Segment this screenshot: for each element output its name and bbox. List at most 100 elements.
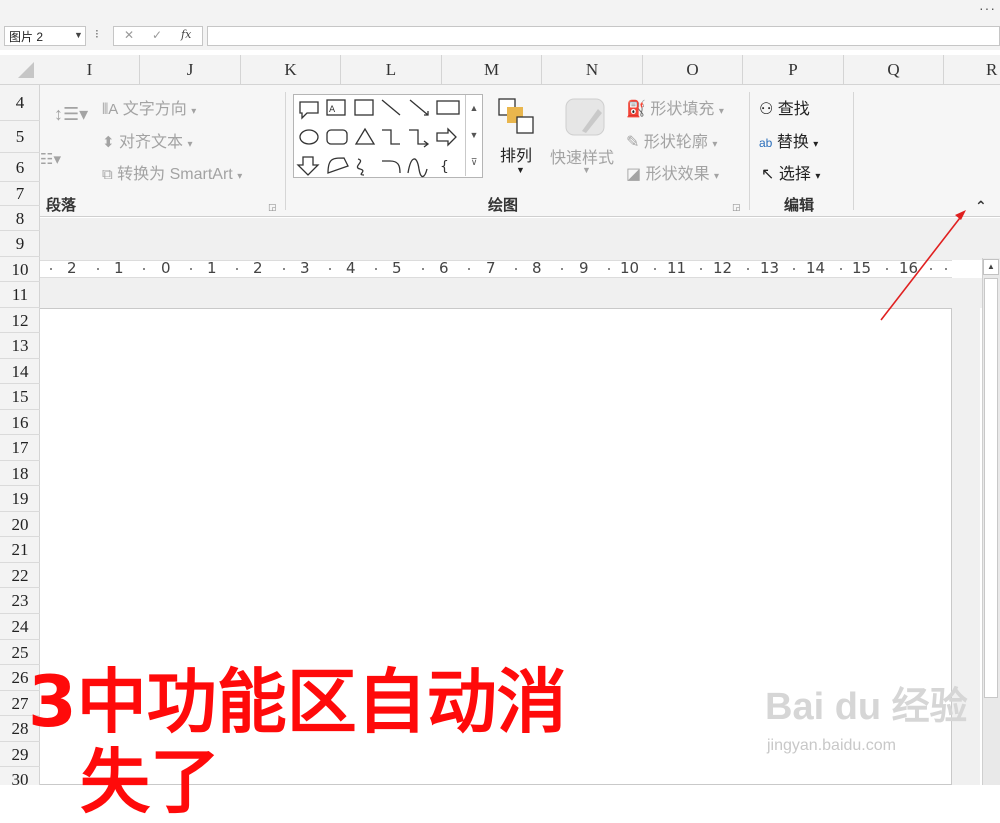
find-label: 查找 (777, 101, 810, 118)
align-text-icon: ⬍ (102, 134, 115, 151)
ruler-tick (143, 268, 145, 270)
ruler-number: 13 (760, 259, 780, 277)
ruler-tick (283, 268, 285, 270)
formula-buttons: ✕ ✓ fx (113, 26, 203, 46)
row-header[interactable]: 7 (0, 182, 40, 206)
drawing-group-label: 绘图 (488, 197, 519, 214)
shapes-gallery-icons[interactable]: A { (294, 95, 466, 179)
enter-icon[interactable]: ✓ (152, 28, 162, 42)
chevron-down-icon: ▾ (712, 139, 718, 150)
ruler-number: 2 (67, 259, 77, 277)
column-header-i[interactable]: I (40, 55, 140, 85)
ruler-tick (190, 268, 192, 270)
row-header[interactable]: 11 (0, 282, 40, 308)
shape-outline-button[interactable]: ✎ 形状轮廓 ▾ (626, 128, 717, 152)
ruler-tick (422, 268, 424, 270)
ruler-number: 4 (346, 259, 356, 277)
ruler-tick (608, 268, 610, 270)
annotation-arrow (880, 210, 966, 321)
text-direction-label: 文字方向 (122, 101, 187, 118)
dialog-launcher-icon[interactable]: ◲ (732, 202, 741, 213)
column-header-p[interactable]: P (743, 55, 844, 85)
column-header-n[interactable]: N (542, 55, 643, 85)
ruler-number: 12 (713, 259, 733, 277)
name-box-dropdown-icon[interactable]: ▼ (74, 30, 83, 40)
column-header-q[interactable]: Q (844, 55, 944, 85)
column-header-m[interactable]: M (442, 55, 542, 85)
gallery-more-button[interactable]: ⊽ (465, 149, 482, 176)
row-header[interactable]: 4 (0, 85, 40, 121)
convert-smartart-button[interactable]: ⧉ 转换为 SmartArt ▾ (102, 160, 282, 184)
ruler-number: 11 (667, 259, 687, 277)
ruler-tick (329, 268, 331, 270)
shape-effects-icon: ◪ (626, 166, 642, 183)
row-header[interactable]: 18 (0, 461, 40, 486)
column-header-r[interactable]: R (944, 55, 1000, 85)
gallery-scroll-up-button[interactable]: ▲ (465, 95, 482, 122)
dialog-launcher-icon[interactable]: ◲ (268, 202, 277, 213)
row-header[interactable]: 5 (0, 121, 40, 153)
document-background (40, 278, 985, 308)
ruler-number: 3 (300, 259, 310, 277)
column-header-l[interactable]: L (341, 55, 442, 85)
convert-smartart-label: 转换为 SmartArt (117, 166, 233, 183)
column-header-j[interactable]: J (140, 55, 241, 85)
row-header[interactable]: 13 (0, 333, 40, 359)
row-header[interactable]: 12 (0, 308, 40, 333)
row-header[interactable]: 29 (0, 742, 40, 767)
ruler-tick (654, 268, 656, 270)
row-header[interactable]: 21 (0, 537, 40, 563)
scrollbar-thumb[interactable] (984, 278, 998, 698)
row-header[interactable]: 6 (0, 153, 40, 182)
row-header[interactable]: 8 (0, 206, 40, 231)
column-header-o[interactable]: O (643, 55, 743, 85)
quick-styles-button[interactable]: 快速样式 ▼ (550, 95, 620, 181)
align-text-button[interactable]: ⬍ 对齐文本 ▾ (102, 128, 282, 152)
bullet-list-icon[interactable]: ☷▾ (40, 150, 61, 168)
cursor-icon: ↖ (761, 166, 775, 183)
ruler-tick (561, 268, 563, 270)
find-button[interactable]: ⚇ 查找 (759, 95, 810, 119)
ruler-number: 0 (161, 259, 171, 277)
row-header[interactable]: 16 (0, 410, 40, 435)
row-header[interactable]: 22 (0, 563, 40, 588)
row-header[interactable]: 24 (0, 614, 40, 640)
shapes-gallery[interactable]: A { (293, 94, 483, 178)
row-header[interactable]: 17 (0, 435, 40, 461)
row-header[interactable]: 14 (0, 359, 40, 384)
ruler-tick (375, 268, 377, 270)
group-separator (749, 92, 750, 210)
ruler-tick (236, 268, 238, 270)
chevron-down-icon: ▾ (815, 171, 821, 182)
row-header[interactable]: 19 (0, 486, 40, 512)
scroll-up-button[interactable]: ▲ (983, 259, 999, 275)
group-separator (285, 92, 286, 210)
arrange-label: 排列 (500, 148, 533, 165)
row-header[interactable]: 10 (0, 257, 40, 282)
ruler-tick (97, 268, 99, 270)
ruler-number: 1 (207, 259, 217, 277)
formula-input[interactable] (207, 26, 1000, 46)
ruler-tick (747, 268, 749, 270)
cancel-icon[interactable]: ✕ (124, 28, 134, 42)
editing-group-label: 编辑 (784, 197, 815, 214)
shape-effects-label: 形状效果 (645, 166, 710, 183)
row-header[interactable]: 9 (0, 231, 40, 257)
more-options-icon[interactable]: ··· (979, 0, 996, 16)
formula-bar-splitter[interactable]: ⁝ (95, 27, 99, 41)
shape-fill-label: 形状填充 (650, 101, 715, 118)
line-spacing-icon[interactable]: ↕☰▾ (54, 104, 88, 125)
replace-button[interactable]: ab 替换 ▾ (759, 128, 818, 152)
row-header[interactable]: 20 (0, 512, 40, 537)
select-button[interactable]: ↖ 选择 ▾ (761, 160, 820, 184)
insert-function-button[interactable]: fx (181, 28, 191, 41)
row-header[interactable]: 23 (0, 588, 40, 614)
shape-fill-button[interactable]: ⛽ 形状填充 ▾ (626, 95, 724, 119)
column-header-k[interactable]: K (241, 55, 341, 85)
text-direction-button[interactable]: ⫴A 文字方向 ▾ (102, 95, 282, 119)
arrange-button[interactable]: 排列 ▼ (498, 97, 540, 181)
row-header[interactable]: 15 (0, 384, 40, 410)
gallery-scroll-down-button[interactable]: ▼ (465, 122, 482, 149)
row-header[interactable]: 30 (0, 767, 40, 789)
shape-effects-button[interactable]: ◪ 形状效果 ▾ (626, 160, 719, 184)
